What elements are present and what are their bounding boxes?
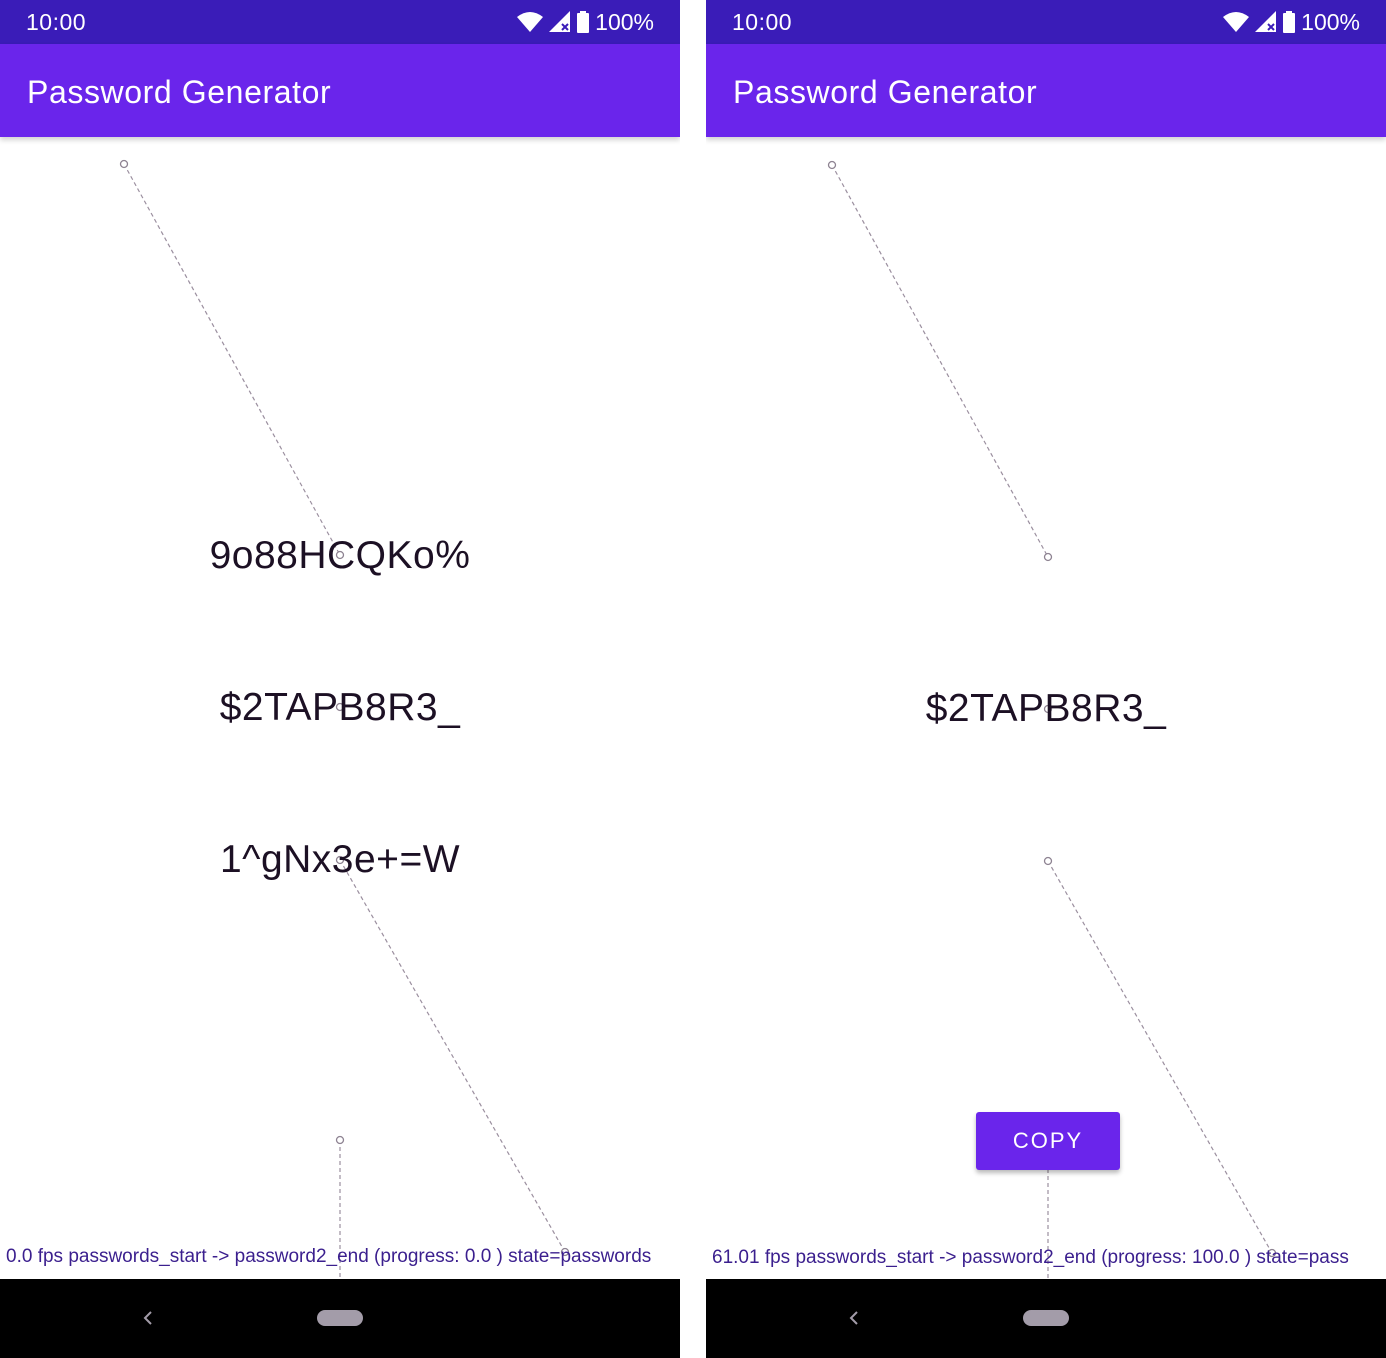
app-title: Password Generator: [27, 74, 332, 110]
debug-status-text: 0.0 fps passwords_start -> password2_end…: [6, 1246, 652, 1267]
right-phone-screen: 10:00 100% Password Generator $2TAPB8R3_…: [706, 0, 1386, 1358]
main-content: $2TAPB8R3_ COPY 61.01 fps passwords_star…: [706, 137, 1386, 1279]
wifi-icon: [1223, 11, 1250, 33]
status-icons: 100%: [1223, 8, 1360, 36]
navigation-bar: [0, 1279, 680, 1358]
status-bar: 10:00 100%: [706, 0, 1386, 44]
debug-status-text: 61.01 fps passwords_start -> password2_e…: [712, 1247, 1349, 1268]
copy-button[interactable]: COPY: [976, 1112, 1120, 1170]
battery-icon: [577, 11, 590, 33]
status-icons: 100%: [517, 8, 654, 36]
password-2[interactable]: $2TAPB8R3_: [0, 686, 680, 730]
status-time: 10:00: [732, 9, 793, 35]
home-pill-icon[interactable]: [1023, 1310, 1069, 1326]
password-1[interactable]: 9o88HCQKo%: [0, 534, 680, 578]
app-title: Password Generator: [733, 74, 1038, 110]
battery-percent: 100%: [1301, 8, 1360, 35]
status-bar: 10:00 100%: [0, 0, 680, 44]
battery-percent: 100%: [595, 8, 654, 35]
left-phone-screen: 10:00 100% Password Generator 9o88HCQKo%…: [0, 0, 680, 1358]
app-bar: Password Generator: [0, 44, 680, 137]
cell-signal-icon: [549, 11, 571, 33]
navigation-bar: [706, 1279, 1386, 1358]
main-content: 9o88HCQKo% $2TAPB8R3_ 1^gNx3e+=W 0.0 fps…: [0, 137, 680, 1279]
back-icon[interactable]: [846, 1305, 862, 1331]
back-icon[interactable]: [140, 1305, 156, 1331]
wifi-icon: [517, 11, 544, 33]
cell-signal-icon: [1255, 11, 1277, 33]
status-time: 10:00: [26, 9, 87, 35]
password-2[interactable]: $2TAPB8R3_: [706, 687, 1386, 731]
battery-icon: [1283, 11, 1296, 33]
password-3[interactable]: 1^gNx3e+=W: [0, 838, 680, 882]
app-bar: Password Generator: [706, 44, 1386, 137]
home-pill-icon[interactable]: [317, 1310, 363, 1326]
